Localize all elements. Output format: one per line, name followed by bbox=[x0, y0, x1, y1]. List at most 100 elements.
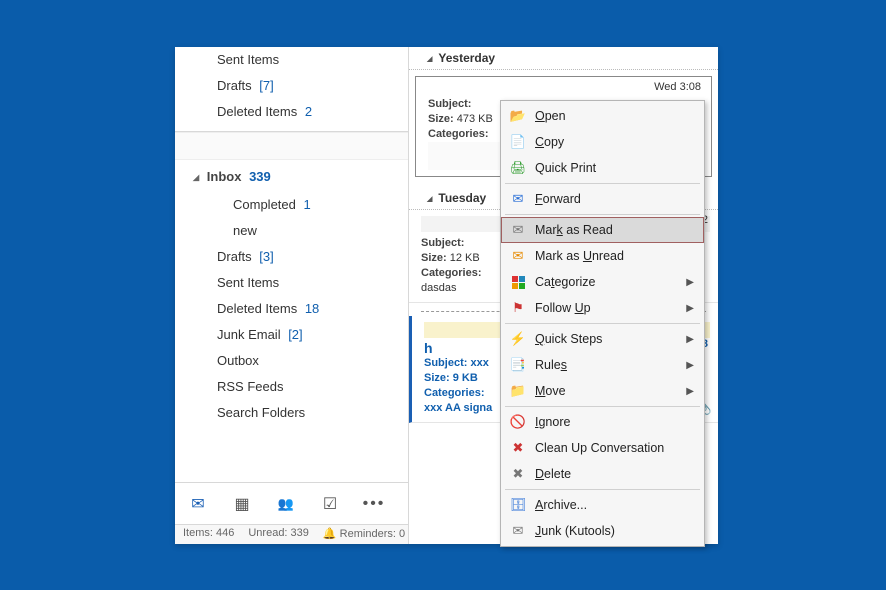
archive-icon: 🗄 bbox=[507, 497, 529, 513]
menu-cleanup[interactable]: ✖Clean Up Conversation bbox=[501, 435, 704, 461]
menu-open[interactable]: 📂Open bbox=[501, 103, 704, 129]
menu-label: Clean Up Conversation bbox=[529, 441, 694, 455]
submenu-arrow-icon: ▶ bbox=[686, 303, 694, 314]
menu-markread[interactable]: ✉Mark as Read bbox=[501, 217, 704, 243]
people-icon[interactable]: 👥 bbox=[273, 491, 299, 517]
menu-label: Follow Up bbox=[529, 301, 686, 315]
account-header-blank bbox=[175, 132, 408, 160]
folder-item[interactable]: Deleted Items 2 bbox=[175, 99, 408, 125]
mail-icon[interactable]: ✉ bbox=[185, 491, 211, 517]
menu-label: Copy bbox=[529, 135, 694, 149]
followup-icon: ⚑ bbox=[507, 300, 529, 316]
folder-list: Sent ItemsDrafts [7]Deleted Items 2 Inbo… bbox=[175, 47, 408, 482]
menu-label: Delete bbox=[529, 467, 694, 481]
folder-item[interactable]: Sent Items bbox=[175, 47, 408, 73]
menu-forward[interactable]: ✉Forward bbox=[501, 186, 704, 212]
folder-label: Sent Items bbox=[217, 275, 279, 290]
menu-separator bbox=[505, 323, 700, 324]
submenu-arrow-icon: ▶ bbox=[686, 360, 694, 371]
open-icon: 📂 bbox=[507, 108, 529, 124]
menu-label: Archive... bbox=[529, 498, 694, 512]
status-bar: Items: 446 Unread: 339 🔔 Reminders: 0 bbox=[175, 524, 408, 544]
tasks-icon[interactable]: ☑ bbox=[317, 491, 343, 517]
folder-count: 1 bbox=[300, 197, 311, 212]
menu-junk[interactable]: ✉Junk (Kutools) bbox=[501, 518, 704, 544]
folder-count: 2 bbox=[301, 104, 312, 119]
folder-count: 18 bbox=[301, 301, 319, 316]
markunread-icon: ✉ bbox=[507, 248, 529, 264]
menu-separator bbox=[505, 214, 700, 215]
status-unread: Unread: 339 bbox=[248, 527, 309, 542]
menu-archive[interactable]: 🗄Archive... bbox=[501, 492, 704, 518]
menu-copy[interactable]: 📄Copy bbox=[501, 129, 704, 155]
ignore-icon: 🚫 bbox=[507, 414, 529, 430]
menu-ignore[interactable]: 🚫Ignore bbox=[501, 409, 704, 435]
folder-count: [2] bbox=[285, 327, 303, 342]
folder-label: Drafts bbox=[217, 78, 252, 93]
folder-count: 339 bbox=[249, 169, 271, 184]
rules-icon: 📑 bbox=[507, 357, 529, 373]
folder-item[interactable]: Completed 1 bbox=[175, 192, 408, 218]
folder-item[interactable]: Search Folders bbox=[175, 400, 408, 426]
more-icon[interactable]: ••• bbox=[361, 491, 387, 517]
submenu-arrow-icon: ▶ bbox=[686, 334, 694, 345]
folder-label: Inbox bbox=[207, 169, 242, 184]
menu-move[interactable]: 📁Move▶ bbox=[501, 378, 704, 404]
group-yesterday[interactable]: Yesterday bbox=[409, 47, 718, 70]
menu-separator bbox=[505, 183, 700, 184]
menu-label: Open bbox=[529, 109, 694, 123]
menu-rules[interactable]: 📑Rules▶ bbox=[501, 352, 704, 378]
folder-inbox[interactable]: Inbox 339 bbox=[175, 164, 408, 192]
folder-label: new bbox=[233, 223, 257, 238]
menu-categorize[interactable]: Categorize▶ bbox=[501, 269, 704, 295]
calendar-icon[interactable]: ▦ bbox=[229, 491, 255, 517]
menu-label: Quick Print bbox=[529, 161, 694, 175]
folder-label: Deleted Items bbox=[217, 301, 297, 316]
menu-delete[interactable]: ✖Delete bbox=[501, 461, 704, 487]
copy-icon: 📄 bbox=[507, 134, 529, 150]
menu-separator bbox=[505, 489, 700, 490]
menu-print[interactable]: 🖨Quick Print bbox=[501, 155, 704, 181]
submenu-arrow-icon: ▶ bbox=[686, 386, 694, 397]
menu-quicksteps[interactable]: ⚡Quick Steps▶ bbox=[501, 326, 704, 352]
menu-followup[interactable]: ⚑Follow Up▶ bbox=[501, 295, 704, 321]
print-icon: 🖨 bbox=[507, 160, 529, 176]
menu-markunread[interactable]: ✉Mark as Unread bbox=[501, 243, 704, 269]
context-menu: 📂Open📄Copy🖨Quick Print✉Forward✉Mark as R… bbox=[500, 100, 705, 547]
menu-label: Mark as Read bbox=[529, 223, 694, 237]
menu-label: Junk (Kutools) bbox=[529, 524, 694, 538]
menu-label: Mark as Unread bbox=[529, 249, 694, 263]
quicksteps-icon: ⚡ bbox=[507, 331, 529, 347]
folder-label: Search Folders bbox=[217, 405, 305, 420]
folder-item[interactable]: new bbox=[175, 218, 408, 244]
menu-label: Ignore bbox=[529, 415, 694, 429]
message-time: Wed 3:08 bbox=[654, 81, 701, 93]
menu-label: Rules bbox=[529, 358, 686, 372]
folder-item[interactable]: Drafts [3] bbox=[175, 244, 408, 270]
folder-item[interactable]: Sent Items bbox=[175, 270, 408, 296]
folder-count: [3] bbox=[256, 249, 274, 264]
folder-label: Completed bbox=[233, 197, 296, 212]
menu-label: Move bbox=[529, 384, 686, 398]
folder-item[interactable]: Junk Email [2] bbox=[175, 322, 408, 348]
folder-item[interactable]: Outbox bbox=[175, 348, 408, 374]
status-reminders: 🔔 Reminders: 0 bbox=[323, 527, 405, 542]
menu-label: Forward bbox=[529, 192, 694, 206]
status-items: Items: 446 bbox=[183, 527, 234, 542]
forward-icon: ✉ bbox=[507, 191, 529, 207]
folder-count: [7] bbox=[256, 78, 274, 93]
folder-label: Deleted Items bbox=[217, 104, 297, 119]
nav-bar: ✉ ▦ 👥 ☑ ••• bbox=[175, 482, 408, 524]
menu-label: Categorize bbox=[529, 275, 686, 289]
submenu-arrow-icon: ▶ bbox=[686, 277, 694, 288]
markread-icon: ✉ bbox=[507, 222, 529, 238]
menu-label: Quick Steps bbox=[529, 332, 686, 346]
folder-item[interactable]: Deleted Items 18 bbox=[175, 296, 408, 322]
cleanup-icon: ✖ bbox=[507, 440, 529, 456]
move-icon: 📁 bbox=[507, 383, 529, 399]
folder-item[interactable]: Drafts [7] bbox=[175, 73, 408, 99]
folder-label: Sent Items bbox=[217, 52, 279, 67]
folder-label: Junk Email bbox=[217, 327, 281, 342]
folder-item[interactable]: RSS Feeds bbox=[175, 374, 408, 400]
junk-icon: ✉ bbox=[507, 523, 529, 539]
